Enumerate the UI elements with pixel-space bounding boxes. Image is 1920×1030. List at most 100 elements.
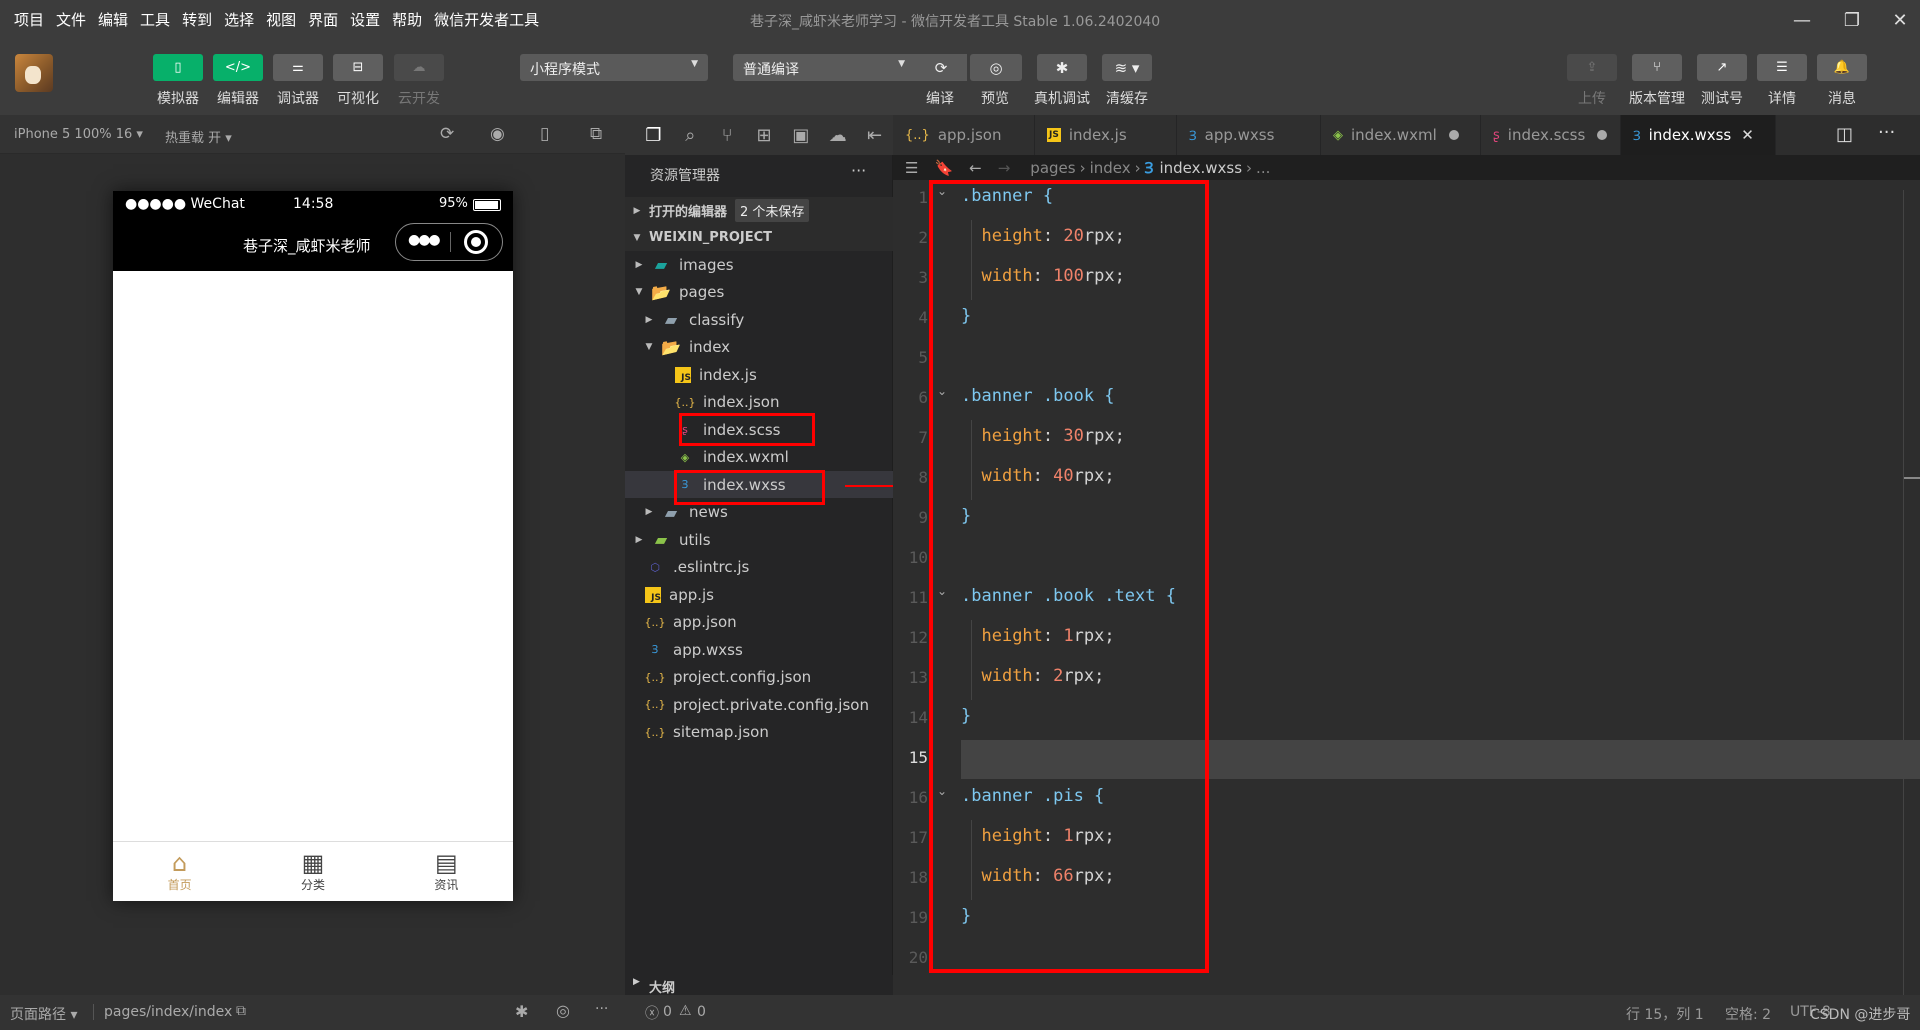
menu-item[interactable]: 项目 (14, 9, 44, 30)
maximize-button[interactable]: ❐ (1832, 6, 1872, 34)
page-path-select[interactable]: 页面路径 ▾ (10, 1004, 77, 1024)
copy-icon[interactable]: ⧉ (236, 1003, 246, 1019)
bell-button[interactable]: 🔔 (1817, 54, 1867, 81)
folder-item[interactable]: ▶ ▰ classify (625, 306, 893, 333)
editor-tab[interactable]: Ɜindex.wxss ✕ (1621, 115, 1776, 155)
docker-icon[interactable]: ☁ (819, 125, 856, 146)
file-item[interactable]: JS app.js (625, 581, 893, 608)
cursor-position[interactable]: 行 15，列 1 (1626, 1004, 1704, 1024)
more-icon[interactable]: ●●● (408, 232, 441, 248)
search-icon[interactable]: ⌕ (672, 125, 709, 146)
breadcrumb-item[interactable]: pages (1030, 159, 1075, 177)
sliders-toggle-button[interactable]: ⚌ (273, 54, 323, 81)
layout-toggle-button[interactable]: ⊟ (333, 54, 383, 81)
bookmark-icon[interactable]: 🔖 (934, 159, 953, 177)
phone-tab[interactable]: ▤ 资讯 (380, 842, 513, 901)
file-item[interactable]: ◈ index.wxml (625, 444, 893, 471)
phone-simulator[interactable]: ●●●●● WeChat 14:58 95% 巷子深_咸虾米老师 ●●● ⌂ 首页… (113, 191, 513, 901)
more-icon[interactable]: ··· (595, 1001, 608, 1017)
editor-tab[interactable]: ʂ index.scss (1481, 115, 1621, 155)
back-icon[interactable]: ← (969, 159, 982, 177)
simulator-toolbar: iPhone 5 100% 16 ▾ 热重载 开 ▾ ⟳ ◉ ▯ ⧉ (0, 115, 625, 154)
list-icon[interactable]: ☰ (905, 159, 918, 177)
external-link-button[interactable]: ↗ (1697, 54, 1747, 81)
menu-item[interactable]: 文件 (56, 9, 86, 30)
layers-button[interactable]: ≋ ▾ (1102, 54, 1152, 81)
extensions-icon[interactable]: ⊞ (746, 125, 783, 146)
folder-item[interactable]: ▼ 📂 index (625, 334, 893, 361)
breadcrumb-item[interactable]: index.wxss (1159, 159, 1242, 177)
scrollbar[interactable] (1903, 190, 1920, 995)
popout-icon[interactable]: ⧉ (590, 124, 602, 144)
menu-item[interactable]: 编辑 (98, 9, 128, 30)
open-editors-section[interactable]: ▶ 打开的编辑器 2 个未保存 (625, 197, 893, 224)
compile-select[interactable]: 普通编译 ▼ (733, 54, 915, 81)
explorer-more-icon[interactable]: ··· (851, 161, 866, 180)
editor-tab[interactable]: ◈ index.wxml (1321, 115, 1481, 155)
folder-item[interactable]: ▶ ▰ utils (625, 526, 893, 553)
toolbar-label: 云开发 (398, 91, 440, 107)
split-editor-icon[interactable]: ◫ (1836, 124, 1853, 145)
explorer-icon[interactable]: ❐ (635, 125, 672, 146)
editor-tab[interactable]: JS index.js (1035, 115, 1177, 155)
menu-item[interactable]: 帮助 (392, 9, 422, 30)
menu-item[interactable]: 工具 (140, 9, 170, 30)
problems-status[interactable]: ⓧ 0 ⚠ 0 (625, 995, 893, 1030)
file-item[interactable]: Ɜapp.wxss (625, 636, 893, 663)
minimize-button[interactable]: — (1782, 6, 1822, 34)
file-item[interactable]: {..} sitemap.json (625, 719, 893, 746)
device-select[interactable]: iPhone 5 100% 16 ▾ (14, 127, 143, 142)
file-item[interactable]: JS index.js (625, 361, 893, 388)
close-window-button[interactable]: ✕ (1880, 6, 1920, 34)
close-miniapp-icon[interactable] (464, 230, 488, 254)
stop-icon[interactable]: ◉ (490, 124, 505, 144)
js-file-icon: JS (675, 366, 691, 383)
menu-button[interactable]: ☰ (1757, 54, 1807, 81)
menu-item[interactable]: 选择 (224, 9, 254, 30)
code-toggle-button[interactable]: </> (213, 54, 263, 81)
menu-item[interactable]: 视图 (266, 9, 296, 30)
cloud-toggle-button[interactable]: ☁ (394, 54, 444, 81)
editor-tab[interactable]: Ɜapp.wxss (1177, 115, 1321, 155)
eye-button[interactable]: ◎ (970, 54, 1022, 81)
outline-section[interactable]: ▶ 大纲 (625, 975, 893, 996)
hot-reload-toggle[interactable]: 热重载 开 ▾ (165, 127, 232, 146)
phone-tab[interactable]: ⌂ 首页 (113, 842, 246, 901)
source-control-icon[interactable]: ⑂ (709, 125, 746, 146)
phone-toggle-button[interactable]: ▯ (153, 54, 203, 81)
rotate-icon[interactable]: ⟳ (440, 124, 454, 144)
file-item[interactable]: {..} project.config.json (625, 664, 893, 691)
breadcrumb-item[interactable]: ... (1256, 159, 1270, 177)
bug-button[interactable]: ✱ (1037, 54, 1087, 81)
editor-more-icon[interactable]: ··· (1878, 122, 1895, 143)
phone-tab[interactable]: ▦ 分类 (246, 842, 379, 901)
folder-item[interactable]: ▼ 📂 pages (625, 279, 893, 306)
file-item[interactable]: {..} app.json (625, 609, 893, 636)
device-icon[interactable]: ▯ (540, 124, 549, 144)
menu-item[interactable]: 设置 (350, 9, 380, 30)
mode-select[interactable]: 小程序模式 ▼ (520, 54, 708, 81)
indent-setting[interactable]: 空格: 2 (1725, 1004, 1771, 1024)
menu-item[interactable]: 界面 (308, 9, 338, 30)
activity-bar: ❐ ⌕ ⑂ ⊞ ▣ ☁ ⇤ (625, 115, 893, 155)
branch-button[interactable]: ⑂ (1632, 54, 1682, 81)
eye-icon[interactable]: ◎ (556, 1001, 570, 1020)
project-section[interactable]: ▼ WEIXIN_PROJECT (625, 224, 893, 251)
menu-item[interactable]: 转到 (182, 9, 212, 30)
collapse-icon[interactable]: ⇤ (856, 125, 893, 146)
breadcrumb-item[interactable]: index (1090, 159, 1131, 177)
refresh-button[interactable]: ⟳ (915, 54, 967, 81)
folder-item[interactable]: ▶ ▰ images (625, 251, 893, 278)
file-item[interactable]: {..} project.private.config.json (625, 691, 893, 718)
close-tab-icon[interactable]: ✕ (1741, 126, 1754, 144)
bug-icon[interactable]: ✱ (515, 1002, 528, 1021)
avatar[interactable] (15, 54, 53, 92)
upload-button[interactable]: ⇪ (1567, 54, 1617, 81)
storage-icon[interactable]: ▣ (782, 125, 819, 146)
file-item[interactable]: ⬡ .eslintrc.js (625, 554, 893, 581)
menu-item[interactable]: 微信开发者工具 (434, 9, 539, 30)
file-item[interactable]: {..} index.json (625, 389, 893, 416)
chevron-right-icon: ▶ (635, 534, 643, 545)
forward-icon[interactable]: → (998, 159, 1011, 177)
editor-tab[interactable]: {..} app.json (893, 115, 1035, 155)
